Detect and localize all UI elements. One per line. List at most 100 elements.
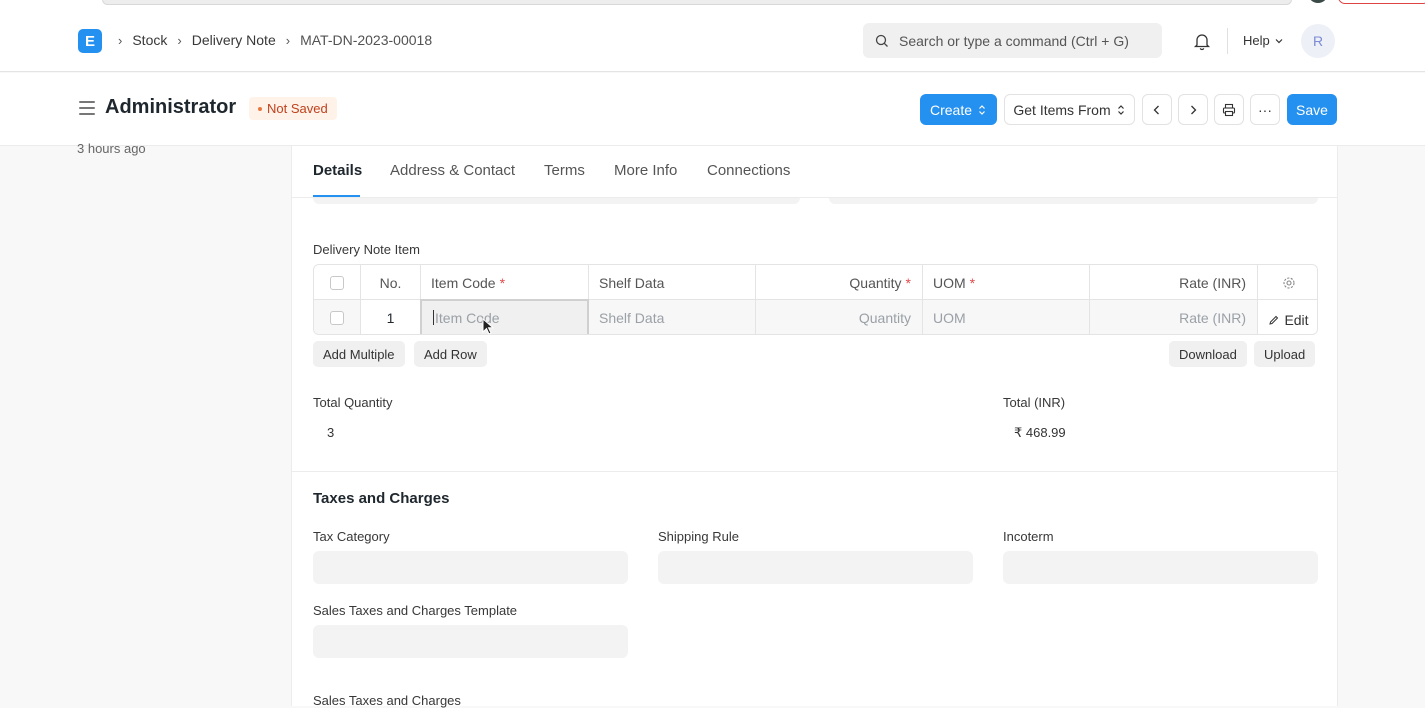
column-no: No. (361, 265, 421, 300)
column-item-code: Item Code * (421, 265, 589, 300)
add-multiple-button[interactable]: Add Multiple (313, 341, 405, 367)
search-icon (875, 34, 888, 47)
breadcrumb-delivery-note[interactable]: Delivery Note (192, 32, 276, 48)
field-edge (829, 198, 1318, 204)
more-actions-button[interactable]: ··· (1250, 94, 1280, 125)
chevron-right-icon (1191, 105, 1197, 114)
more-icon: ··· (1258, 101, 1272, 118)
divider (1227, 28, 1228, 54)
incoterm-field[interactable] (1003, 551, 1318, 584)
shelf-data-cell[interactable]: Shelf Data (589, 300, 756, 334)
breadcrumb-stock[interactable]: Stock (132, 32, 167, 48)
text-caret (433, 310, 434, 325)
sort-icon (979, 104, 985, 115)
gear-icon[interactable] (1282, 276, 1296, 290)
tab-more-info[interactable]: More Info (614, 162, 677, 179)
get-items-label: Get Items From (1013, 101, 1111, 118)
edit-label: Edit (1284, 312, 1309, 328)
tax-category-field[interactable] (313, 551, 628, 584)
row-no: 1 (361, 300, 421, 334)
column-shelf-data: Shelf Data (589, 265, 756, 300)
sidebar-toggle-icon[interactable] (79, 101, 95, 115)
avatar[interactable]: R (1301, 24, 1335, 58)
total-value: ₹ 468.99 (1014, 425, 1066, 440)
search-placeholder: Search or type a command (Ctrl + G) (899, 32, 1129, 49)
taxes-template-field[interactable] (313, 625, 628, 658)
create-label: Create (929, 101, 973, 118)
uom-cell[interactable]: UOM (923, 300, 1090, 334)
save-label: Save (1296, 101, 1328, 118)
row-select-cell (314, 300, 361, 334)
item-code-input[interactable]: Item Code (420, 299, 589, 334)
total-label: Total (INR) (1003, 395, 1066, 410)
add-row-button[interactable]: Add Row (414, 341, 487, 367)
tax-category-label: Tax Category (313, 529, 390, 544)
total-quantity-value: 3 (327, 425, 335, 440)
notification-bell-icon[interactable] (1192, 31, 1212, 51)
download-button[interactable]: Download (1169, 341, 1247, 367)
chevron-right-icon: › (285, 32, 291, 48)
column-uom: UOM * (923, 265, 1090, 300)
select-all-cell (314, 265, 361, 300)
browser-profile-icon (1308, 0, 1328, 3)
browser-address-bar (102, 0, 1292, 5)
create-button[interactable]: Create (920, 94, 997, 125)
help-label: Help (1243, 33, 1270, 48)
print-button[interactable] (1214, 94, 1244, 125)
status-dot-icon (258, 106, 262, 111)
taxes-template-label: Sales Taxes and Charges Template (313, 603, 518, 618)
browser-button (1338, 0, 1425, 4)
app-logo-icon[interactable]: E (78, 29, 102, 53)
help-dropdown[interactable]: Help (1243, 33, 1284, 48)
items-table-label: Delivery Note Item (313, 242, 420, 257)
chevron-left-icon (1153, 105, 1159, 114)
items-table: No. Item Code * Shelf Data Quantity * UOM *… (313, 264, 1318, 335)
tab-details[interactable]: Details (313, 162, 362, 179)
incoterm-label: Incoterm (1003, 529, 1054, 544)
sort-icon (1117, 104, 1124, 115)
page-title: Administrator (105, 96, 237, 118)
taxes-section-title: Taxes and Charges (313, 490, 450, 507)
breadcrumb-document[interactable]: MAT-DN-2023-00018 (300, 32, 432, 48)
chevron-right-icon: › (118, 32, 123, 48)
chevron-down-icon (1275, 38, 1283, 43)
quantity-cell[interactable]: Quantity (756, 300, 923, 334)
edit-row-button[interactable]: Edit (1258, 300, 1317, 334)
row-checkbox[interactable] (330, 310, 344, 325)
status-badge: Not Saved (249, 97, 337, 120)
rate-cell[interactable]: Rate (INR) (1090, 300, 1258, 334)
field-edge (313, 198, 800, 204)
status-text: Not Saved (267, 101, 328, 116)
tab-terms[interactable]: Terms (544, 162, 585, 179)
printer-icon (1222, 103, 1236, 116)
navbar: E › Stock › Delivery Note › MAT-DN-2023-… (0, 10, 1425, 72)
column-item-code-label: Item Code (431, 274, 496, 291)
browser-strip (0, 0, 1425, 10)
next-button[interactable] (1178, 94, 1208, 125)
column-rate: Rate (INR) (1090, 265, 1258, 300)
column-quantity: Quantity * (756, 265, 923, 300)
column-uom-label: UOM (933, 274, 966, 291)
form-tabs: Details Address & Contact Terms More Inf… (292, 146, 1338, 198)
upload-button[interactable]: Upload (1254, 341, 1316, 367)
search-input[interactable]: Search or type a command (Ctrl + G) (863, 23, 1162, 58)
column-quantity-label: Quantity (849, 274, 902, 291)
get-items-from-button[interactable]: Get Items From (1004, 94, 1135, 125)
tab-connections[interactable]: Connections (707, 162, 790, 179)
select-all-checkbox[interactable] (330, 275, 344, 290)
section-divider (292, 471, 1338, 472)
total-quantity-label: Total Quantity (313, 395, 393, 410)
tab-address-contact[interactable]: Address & Contact (390, 162, 515, 179)
column-settings (1258, 265, 1317, 300)
pencil-icon (1269, 315, 1279, 325)
shipping-rule-label: Shipping Rule (658, 529, 739, 544)
page-head: Administrator Not Saved Create Get Items… (0, 73, 1425, 146)
table-header-row: No. Item Code * Shelf Data Quantity * UOM *… (314, 265, 1317, 300)
save-button[interactable]: Save (1287, 94, 1337, 125)
mouse-cursor-icon (482, 318, 494, 335)
modified-timestamp: 3 hours ago (77, 141, 146, 156)
shipping-rule-field[interactable] (658, 551, 973, 584)
form-card: Details Address & Contact Terms More Inf… (291, 146, 1338, 708)
breadcrumb: › Stock › Delivery Note › MAT-DN-2023-00… (116, 32, 432, 48)
previous-button[interactable] (1142, 94, 1172, 125)
